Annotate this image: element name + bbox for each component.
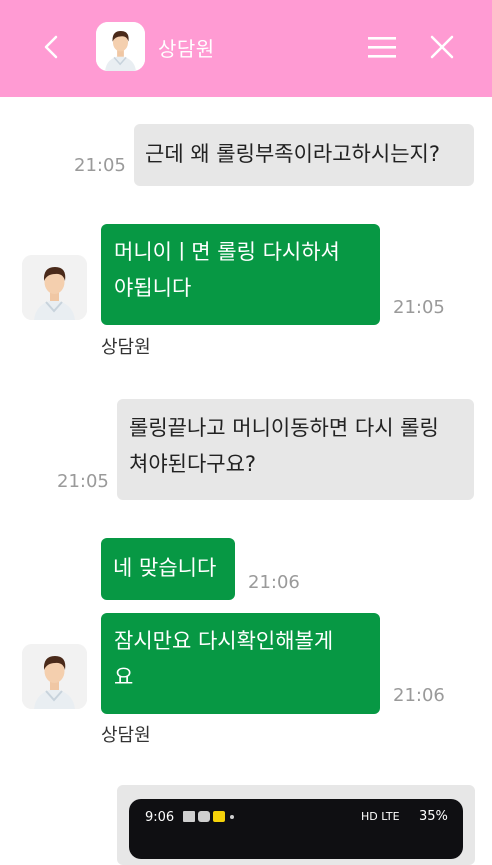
hamburger-menu-icon — [368, 37, 396, 58]
close-button[interactable] — [426, 30, 458, 64]
chevron-left-icon — [44, 35, 58, 59]
message-time: 21:06 — [248, 572, 300, 593]
message-text: 쳐야된다구요? — [129, 452, 257, 476]
message-text: 롤링끝나고 머니이동하면 다시 롤링 — [129, 416, 439, 440]
message-time: 21:06 — [393, 685, 445, 706]
message-text: 근데 왜 롤링부족이라고하시는지? — [145, 142, 440, 166]
chat-header: 상담원 — [0, 0, 492, 97]
agent-avatar[interactable] — [22, 255, 87, 320]
message-time: 21:05 — [74, 155, 126, 176]
message-text: 잠시만요 다시확인해볼게 — [114, 629, 334, 653]
screenshot-preview: 9:06 HD LTE 35% — [129, 799, 463, 859]
chat-bubble-outgoing: 롤링끝나고 머니이동하면 다시 롤링 쳐야된다구요? — [117, 399, 474, 500]
agent-avatar — [96, 22, 145, 71]
notification-icons — [183, 811, 234, 822]
chat-bubble-incoming: 잠시만요 다시확인해볼게 요 — [101, 613, 380, 714]
chat-bubble-outgoing: 근데 왜 롤링부족이라고하시는지? — [134, 124, 474, 186]
agent-avatar[interactable] — [22, 644, 87, 709]
close-icon — [430, 35, 454, 59]
message-time: 21:05 — [57, 471, 109, 492]
message-text: 야됩니다 — [114, 276, 192, 300]
message-time: 21:05 — [393, 297, 445, 318]
sender-name: 상담원 — [101, 725, 151, 746]
message-text: 머니이ㅣ면 롤링 다시하셔 — [114, 240, 340, 264]
image-attachment[interactable]: 9:06 HD LTE 35% — [117, 785, 475, 865]
sender-name: 상담원 — [101, 337, 151, 358]
message-text: 네 맞습니다 — [113, 556, 217, 580]
chat-bubble-incoming: 머니이ㅣ면 롤링 다시하셔 야됩니다 — [101, 224, 380, 325]
header-title: 상담원 — [158, 37, 215, 61]
chat-bubble-incoming: 네 맞습니다 — [101, 538, 235, 600]
status-time: 9:06 — [145, 810, 175, 825]
menu-button[interactable] — [366, 32, 398, 62]
back-button[interactable] — [36, 30, 68, 64]
battery-level: 35% — [419, 809, 448, 824]
message-text: 요 — [114, 665, 134, 689]
status-network: HD LTE — [361, 810, 400, 823]
